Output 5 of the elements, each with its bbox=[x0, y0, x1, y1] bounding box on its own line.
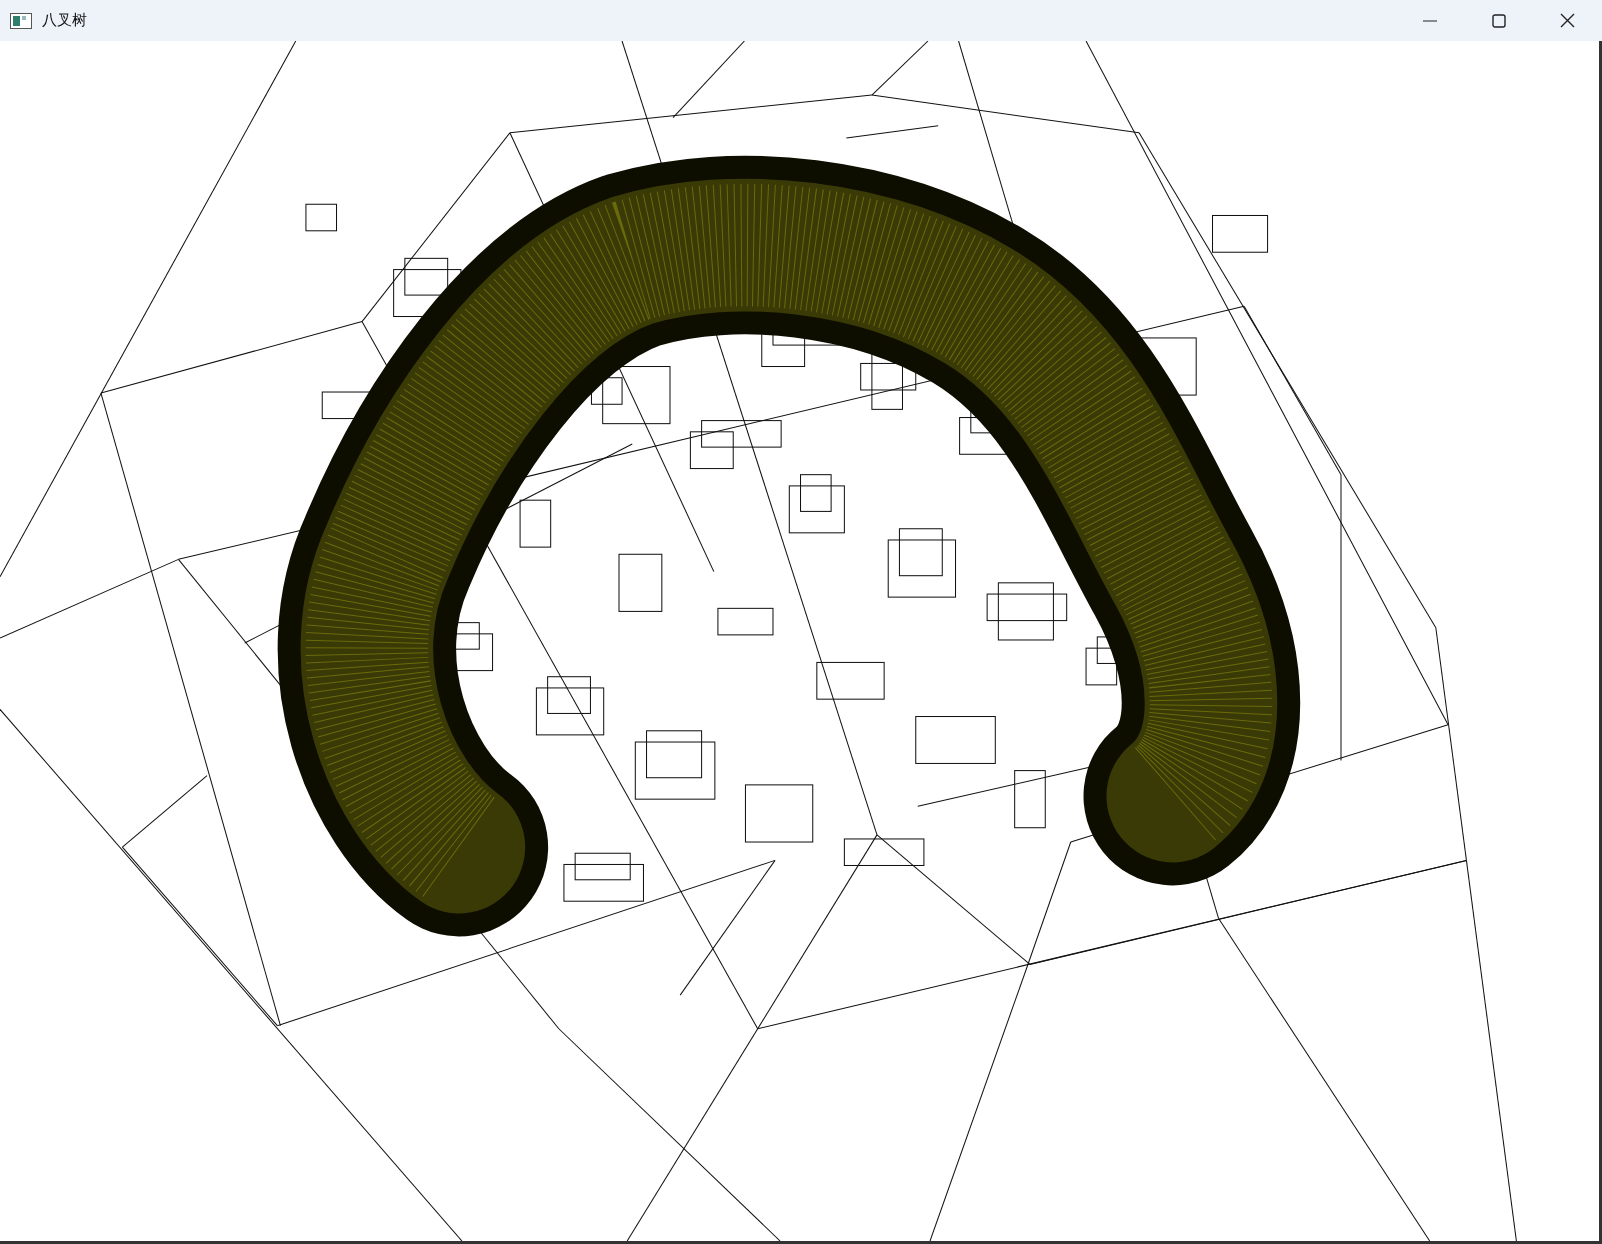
window-title: 八叉树 bbox=[42, 11, 88, 30]
minimize-icon bbox=[1422, 19, 1437, 22]
app-icon bbox=[10, 12, 32, 29]
maximize-icon bbox=[1491, 13, 1506, 28]
close-icon bbox=[1560, 13, 1575, 28]
